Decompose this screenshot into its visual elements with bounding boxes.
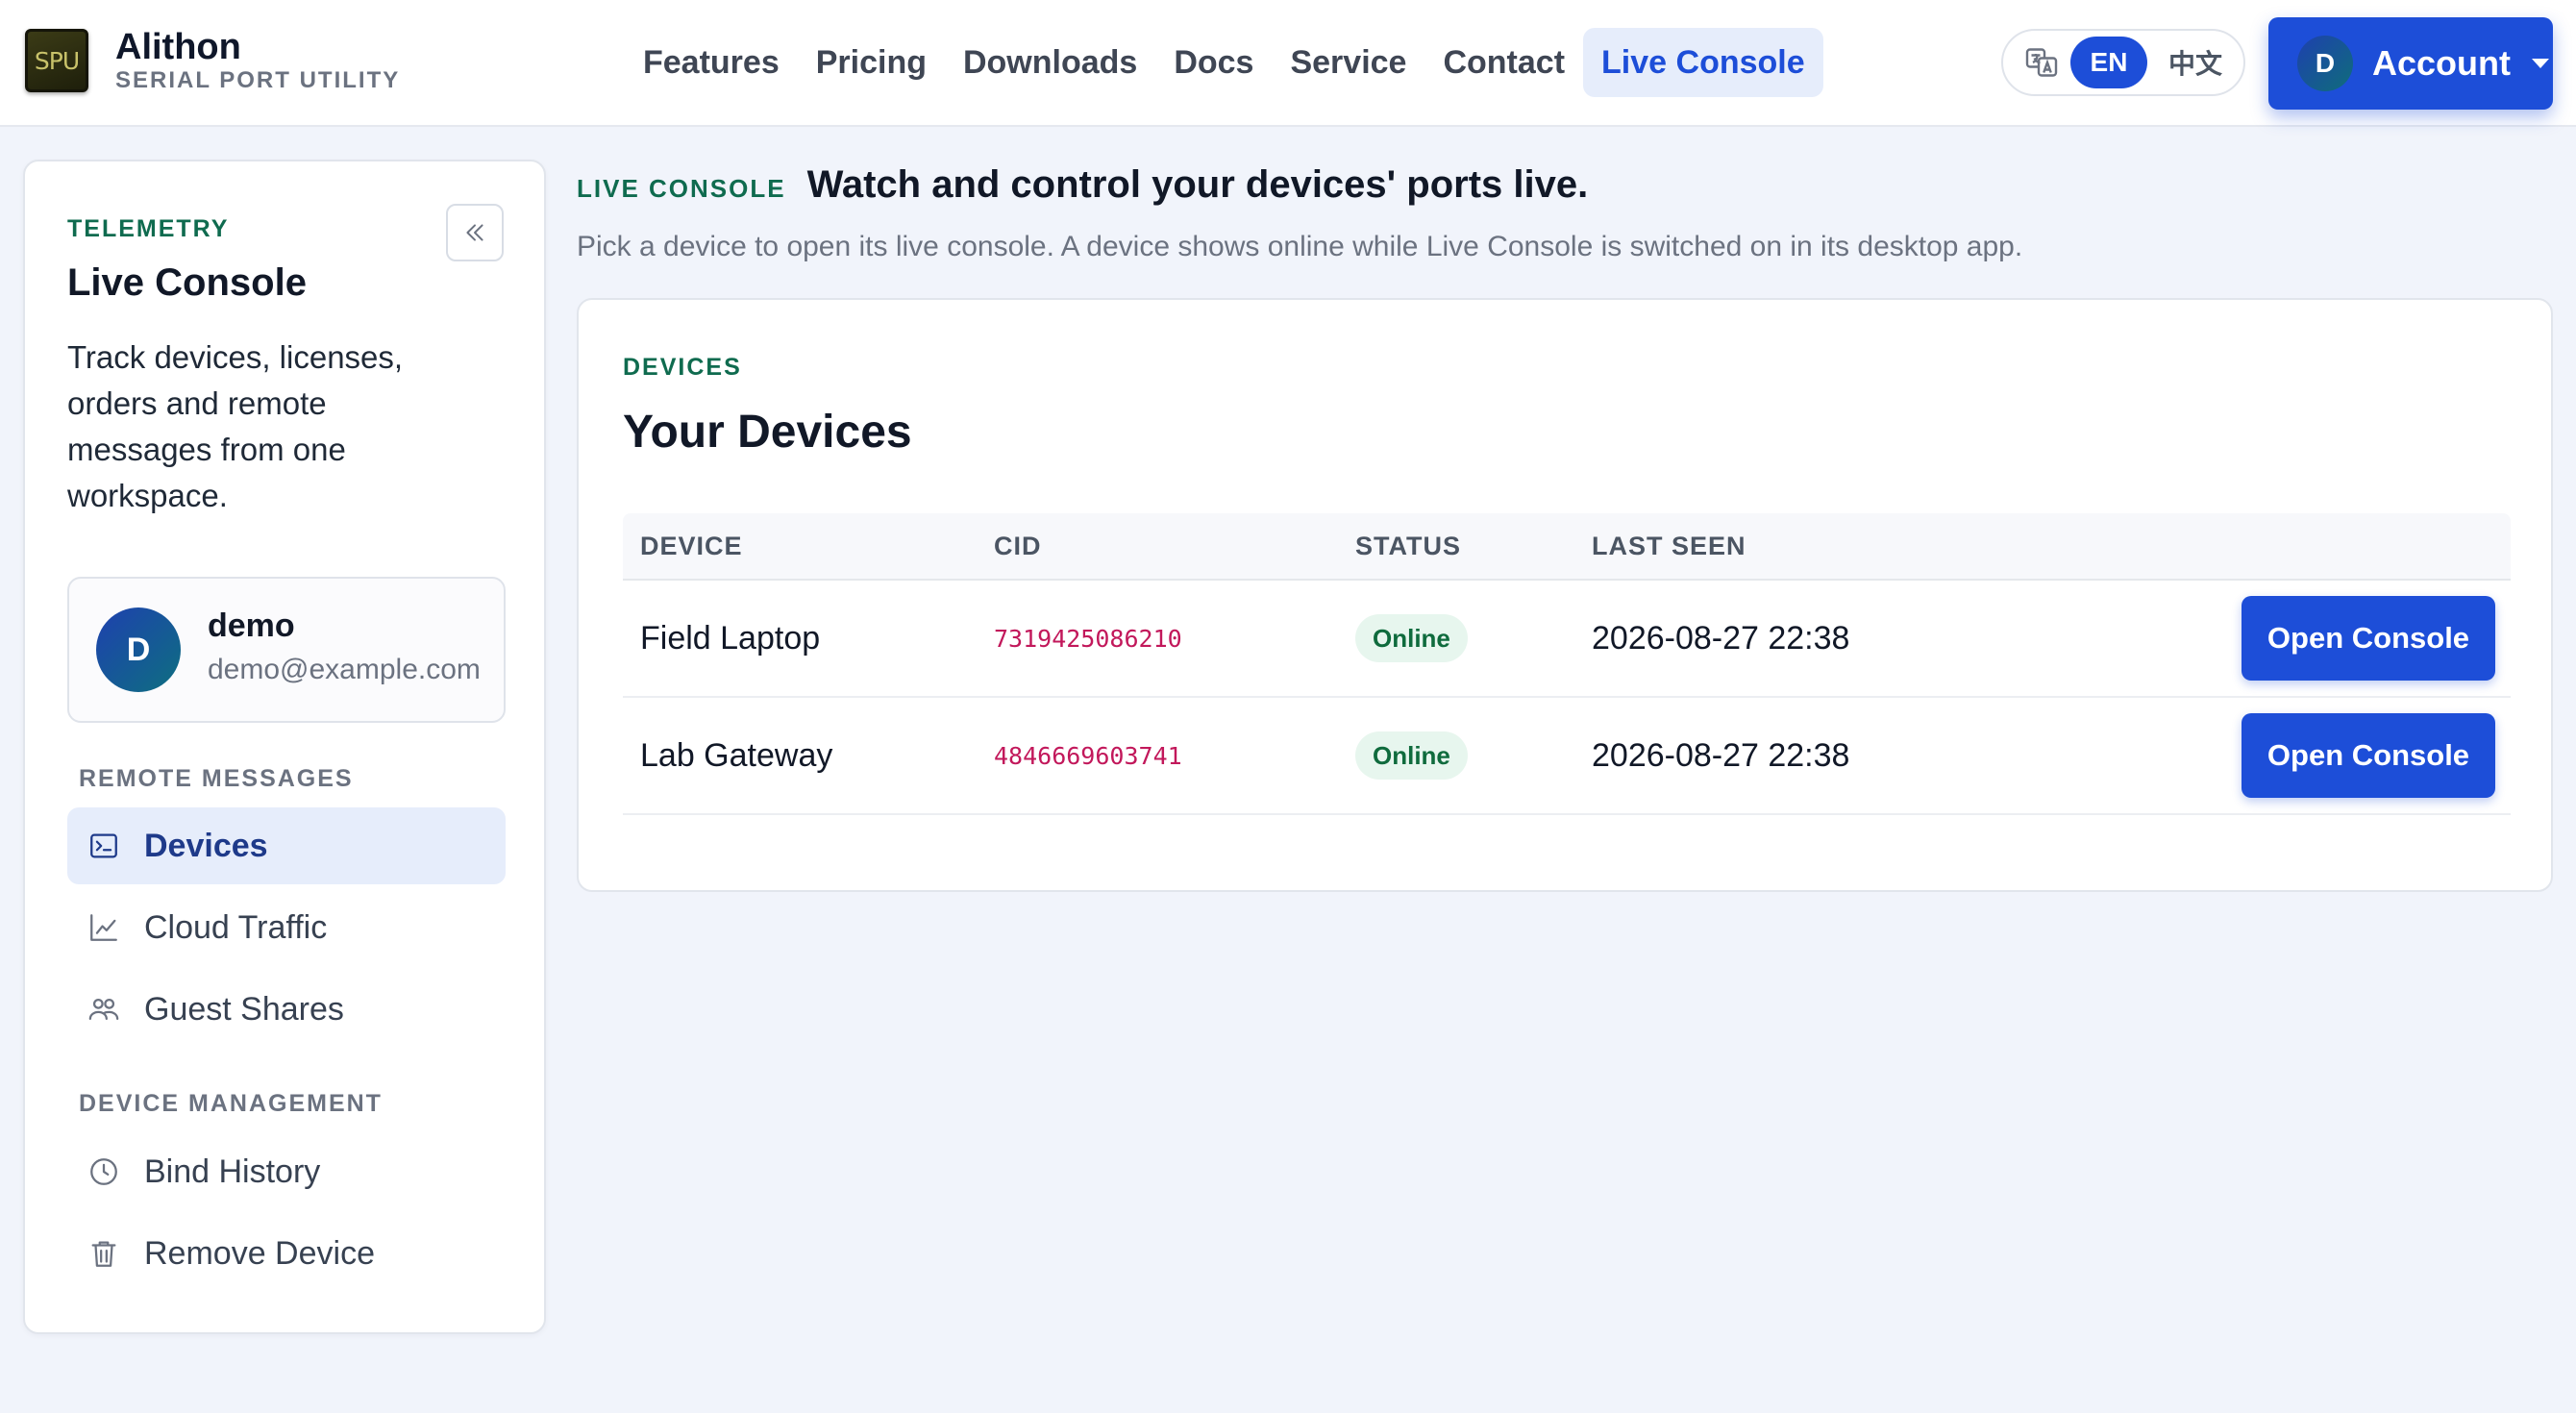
- sidebar-item-label: Devices: [144, 827, 268, 864]
- sidebar-item-label: Cloud Traffic: [144, 908, 328, 946]
- column-header-cid: CID: [994, 531, 1042, 560]
- table-row: Lab Gateway 4846669603741 Online 2026-08…: [623, 698, 2511, 815]
- open-console-button[interactable]: Open Console: [2242, 713, 2495, 798]
- card-eyebrow: DEVICES: [623, 354, 742, 381]
- nav-service[interactable]: Service: [1272, 28, 1424, 97]
- lang-en-button[interactable]: EN: [2070, 37, 2147, 88]
- sidebar-item-label: Remove Device: [144, 1234, 375, 1272]
- main-nav: Features Pricing Downloads Docs Service …: [625, 27, 1823, 98]
- nav-features[interactable]: Features: [625, 28, 798, 97]
- double-chevron-left-icon: [466, 224, 483, 241]
- nav-downloads[interactable]: Downloads: [945, 28, 1155, 97]
- last-seen: 2026-08-27 22:38: [1592, 619, 1850, 657]
- history-icon: [87, 1154, 121, 1189]
- sidebar-item-label: Guest Shares: [144, 990, 344, 1028]
- account-avatar: D: [2297, 36, 2353, 91]
- users-icon: [87, 992, 121, 1027]
- sidebar-item-guest-shares[interactable]: Guest Shares: [67, 971, 506, 1048]
- sidebar-title: Live Console: [67, 261, 307, 304]
- status-cell: Online: [1355, 581, 1468, 696]
- sidebar-item-devices[interactable]: Devices: [67, 807, 506, 884]
- line-chart-icon: [87, 910, 121, 945]
- devices-card: DEVICES Your Devices DEVICE CID STATUS L…: [577, 298, 2553, 892]
- brand[interactable]: SPU Alithon SERIAL PORT UTILITY: [25, 27, 400, 94]
- sidebar: TELEMETRY Live Console Track devices, li…: [23, 160, 546, 1334]
- caret-down-icon: [2532, 59, 2549, 68]
- sidebar-eyebrow: TELEMETRY: [67, 215, 230, 242]
- user-email: demo@example.com: [208, 654, 481, 685]
- card-title: Your Devices: [623, 407, 912, 458]
- nav-contact[interactable]: Contact: [1424, 28, 1583, 97]
- translate-icon: [2025, 48, 2058, 77]
- devices-table: DEVICE CID STATUS LAST SEEN Field Laptop…: [623, 513, 2511, 815]
- sidebar-item-cloud-traffic[interactable]: Cloud Traffic: [67, 889, 506, 966]
- user-name: demo: [208, 607, 295, 644]
- account-button[interactable]: D Account: [2268, 17, 2553, 110]
- brand-subtitle: SERIAL PORT UTILITY: [115, 67, 401, 93]
- terminal-icon: [87, 829, 121, 863]
- top-header: SPU Alithon SERIAL PORT UTILITY Features…: [0, 0, 2576, 127]
- trash-icon: [87, 1236, 121, 1271]
- open-console-button[interactable]: Open Console: [2242, 596, 2495, 681]
- sidebar-description: Track devices, licenses, orders and remo…: [67, 339, 404, 513]
- action-cell: Open Console: [2242, 581, 2495, 696]
- sidebar-item-label: Bind History: [144, 1153, 321, 1190]
- nav-docs[interactable]: Docs: [1155, 28, 1272, 97]
- page-heading: LIVE CONSOLE Watch and control your devi…: [577, 163, 1588, 207]
- status-badge: Online: [1355, 614, 1468, 662]
- device-cid: 4846669603741: [994, 741, 1182, 770]
- section-device-management: DEVICE MANAGEMENT: [79, 1090, 383, 1117]
- action-cell: Open Console: [2242, 698, 2495, 813]
- app-logo: SPU: [25, 29, 88, 92]
- sidebar-item-remove-device[interactable]: Remove Device: [67, 1215, 506, 1292]
- device-cid: 7319425086210: [994, 624, 1182, 653]
- brand-name: Alithon: [115, 27, 241, 67]
- sidebar-item-bind-history[interactable]: Bind History: [67, 1133, 506, 1210]
- account-label: Account: [2372, 43, 2511, 83]
- column-header-status: STATUS: [1355, 531, 1461, 560]
- page-eyebrow: LIVE CONSOLE: [577, 174, 786, 203]
- page-description: Pick a device to open its live console. …: [577, 231, 2023, 262]
- collapse-sidebar-button[interactable]: [446, 204, 504, 261]
- device-name: Lab Gateway: [640, 736, 833, 774]
- section-remote-messages: REMOTE MESSAGES: [79, 765, 354, 792]
- column-header-device: DEVICE: [640, 531, 743, 560]
- table-row: Field Laptop 7319425086210 Online 2026-0…: [623, 581, 2511, 698]
- page-title: Watch and control your devices' ports li…: [806, 163, 1589, 206]
- device-name: Field Laptop: [640, 619, 821, 657]
- lang-zh-button[interactable]: 中文: [2168, 43, 2222, 82]
- status-cell: Online: [1355, 698, 1468, 813]
- avatar: D: [96, 607, 181, 692]
- language-switcher: EN 中文: [2001, 29, 2245, 96]
- nav-pricing[interactable]: Pricing: [798, 28, 945, 97]
- table-header: DEVICE CID STATUS LAST SEEN: [623, 513, 2511, 581]
- brand-text: Alithon SERIAL PORT UTILITY: [115, 27, 400, 94]
- last-seen: 2026-08-27 22:38: [1592, 736, 1850, 774]
- status-badge: Online: [1355, 731, 1468, 780]
- column-header-last-seen: LAST SEEN: [1592, 531, 1746, 560]
- user-card: D demo demo@example.com: [67, 577, 506, 723]
- nav-live-console[interactable]: Live Console: [1583, 28, 1823, 97]
